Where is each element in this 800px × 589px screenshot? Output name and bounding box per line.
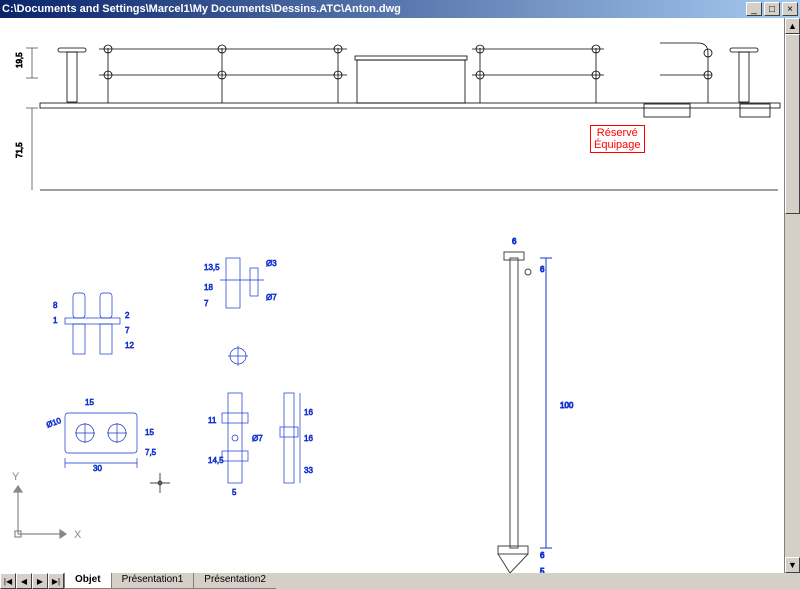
scroll-thumb[interactable]: [785, 34, 800, 214]
ucs-y-label: Y: [12, 471, 20, 483]
svg-text:7: 7: [125, 326, 130, 335]
svg-text:8: 8: [53, 301, 58, 310]
svg-text:15: 15: [145, 428, 154, 437]
dim-h2: 71,5: [15, 142, 24, 158]
reserved-line1: Réservé: [597, 127, 638, 139]
reserved-line2: Équipage: [594, 139, 641, 151]
horizontal-scrollbar[interactable]: [276, 573, 800, 589]
svg-text:15: 15: [85, 398, 94, 407]
svg-text:14,5: 14,5: [208, 456, 224, 465]
svg-text:Ø7: Ø7: [266, 293, 277, 302]
svg-text:7: 7: [204, 299, 209, 308]
svg-text:Ø10: Ø10: [45, 416, 63, 430]
svg-text:Ø7: Ø7: [252, 434, 263, 443]
titlebar: C:\Documents and Settings\Marcel1\My Doc…: [0, 0, 800, 18]
scroll-down-button[interactable]: ▼: [785, 557, 800, 573]
nav-last-button[interactable]: ▶|: [48, 573, 64, 589]
svg-text:6: 6: [540, 265, 545, 274]
svg-text:30: 30: [93, 464, 102, 473]
scroll-up-button[interactable]: ▲: [785, 18, 800, 34]
tab-objet[interactable]: Objet: [64, 573, 112, 589]
svg-text:7,5: 7,5: [145, 448, 157, 457]
reserved-label: Réservé Équipage: [590, 125, 645, 153]
drawing-canvas[interactable]: 19,5 71,5: [0, 18, 784, 573]
bottom-bar: |◀ ◀ ▶ ▶| Objet Présentation1 Présentati…: [0, 573, 800, 589]
close-button[interactable]: ×: [782, 2, 798, 16]
nav-first-button[interactable]: |◀: [0, 573, 16, 589]
tab-presentation1[interactable]: Présentation1: [111, 573, 195, 589]
window-title: C:\Documents and Settings\Marcel1\My Doc…: [2, 3, 746, 15]
vertical-scrollbar[interactable]: ▲ ▼: [784, 18, 800, 573]
svg-text:16: 16: [304, 434, 313, 443]
svg-text:6: 6: [540, 551, 545, 560]
svg-text:13,5: 13,5: [204, 263, 220, 272]
dim-h1: 19,5: [15, 52, 24, 68]
nav-next-button[interactable]: ▶: [32, 573, 48, 589]
svg-text:16: 16: [304, 408, 313, 417]
cad-drawing: 19,5 71,5: [0, 18, 784, 573]
minimize-button[interactable]: _: [746, 2, 762, 16]
svg-text:18: 18: [204, 283, 213, 292]
svg-text:5: 5: [232, 488, 237, 497]
svg-text:12: 12: [125, 341, 134, 350]
svg-text:33: 33: [304, 466, 313, 475]
svg-text:11: 11: [208, 416, 217, 425]
maximize-button[interactable]: □: [764, 2, 780, 16]
nav-prev-button[interactable]: ◀: [16, 573, 32, 589]
svg-text:2: 2: [125, 311, 130, 320]
svg-text:1: 1: [53, 316, 58, 325]
svg-text:6: 6: [512, 237, 517, 246]
tab-presentation2[interactable]: Présentation2: [193, 573, 277, 589]
ucs-x-label: X: [74, 529, 82, 541]
layout-tabs: Objet Présentation1 Présentation2: [64, 573, 276, 589]
window-buttons: _ □ ×: [746, 2, 798, 16]
svg-text:Ø3: Ø3: [266, 259, 277, 268]
svg-text:100: 100: [560, 401, 574, 410]
ucs-icon: X Y: [8, 466, 88, 549]
